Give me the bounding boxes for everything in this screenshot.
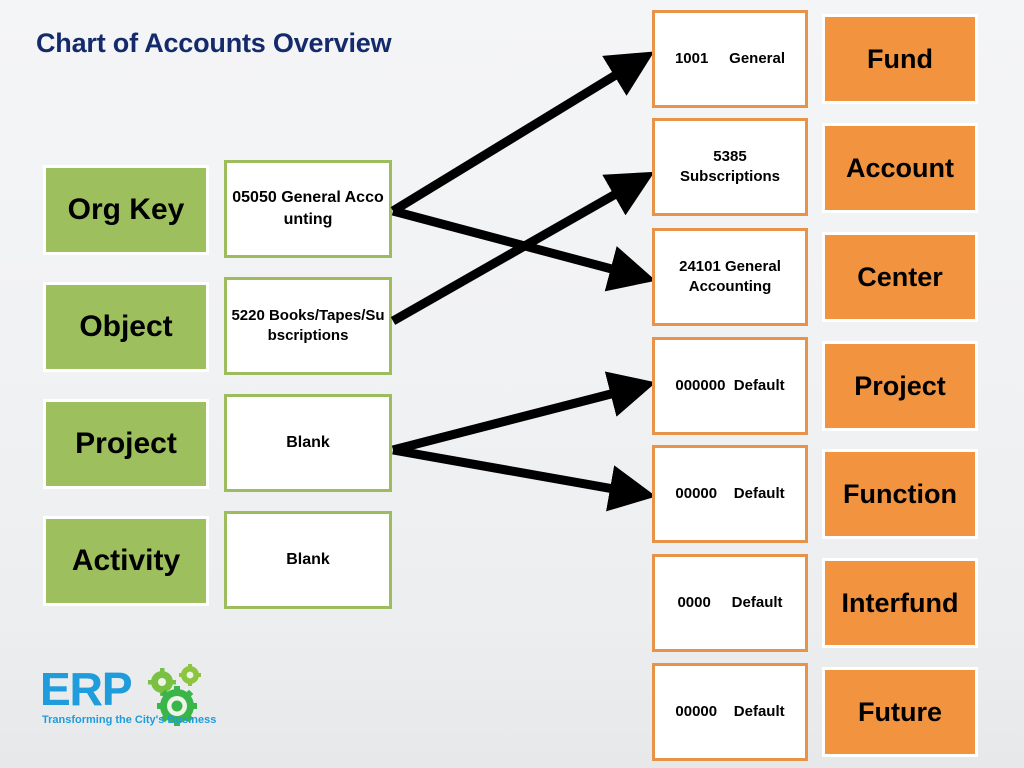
segment-value-activity-text: Blank xyxy=(286,551,330,569)
segment-value-org-key-text: 05050 General Accounting xyxy=(232,189,384,228)
element-label-project-text: Project xyxy=(854,370,946,401)
gear-small-icon xyxy=(179,664,201,686)
element-value-account: 5385 Subscriptions xyxy=(652,118,808,216)
erp-logo: ERP Transforming the City's Business xyxy=(40,663,216,734)
arrow-org-key-to-center xyxy=(391,206,656,292)
element-label-interfund: Interfund xyxy=(822,558,978,648)
segment-label-org-key-text: Org Key xyxy=(67,193,185,226)
element-label-fund-text: Fund xyxy=(867,43,933,74)
erp-wordmark: ERP xyxy=(40,663,133,715)
segment-label-project-text: Project xyxy=(75,427,177,460)
element-value-function: 00000 Default xyxy=(652,445,808,543)
element-label-future-text: Future xyxy=(858,696,942,727)
segment-value-org-key: 05050 General Accounting xyxy=(224,160,392,258)
segment-value-activity: Blank xyxy=(224,511,392,609)
element-value-fund-text: 1001 General xyxy=(674,49,786,67)
element-value-interfund-text: 0000 Default xyxy=(677,593,783,611)
element-value-center: 24101 General Accounting xyxy=(652,228,808,326)
segment-label-object: Object xyxy=(43,282,209,372)
element-label-interfund-text: Interfund xyxy=(841,587,959,618)
element-label-fund: Fund xyxy=(822,14,978,104)
segment-value-project-text: Blank xyxy=(286,434,330,452)
segment-value-object: 5220 Books/Tapes/Subscriptions xyxy=(224,277,392,375)
element-value-function-text: 00000 Default xyxy=(675,484,785,502)
element-label-account-text: Account xyxy=(846,152,954,183)
segment-label-project: Project xyxy=(43,399,209,489)
element-value-interfund: 0000 Default xyxy=(652,554,808,652)
element-label-function: Function xyxy=(822,449,978,539)
element-label-center-text: Center xyxy=(857,261,943,292)
element-label-function-text: Function xyxy=(843,478,957,509)
segment-value-object-text: 5220 Books/Tapes/Subscriptions xyxy=(231,306,385,344)
element-label-project: Project xyxy=(822,341,978,431)
element-value-fund: 1001 General xyxy=(652,10,808,108)
slide-canvas: Chart of Accounts Overview Org Key Objec… xyxy=(0,0,1024,768)
segment-label-activity: Activity xyxy=(43,516,209,606)
erp-tagline: Transforming the City's Business xyxy=(42,714,217,726)
segment-value-project: Blank xyxy=(224,394,392,492)
element-value-future: 00000 Default xyxy=(652,663,808,761)
segment-label-org-key: Org Key xyxy=(43,165,209,255)
element-label-future: Future xyxy=(822,667,978,757)
arrow-object-to-account xyxy=(390,171,655,325)
element-value-account-text: 5385 Subscriptions xyxy=(679,147,780,185)
page-title: Chart of Accounts Overview xyxy=(36,28,392,58)
element-value-future-text: 00000 Default xyxy=(675,702,785,720)
element-value-project: 000000 Default xyxy=(652,337,808,435)
element-value-project-text: 000000 Default xyxy=(675,376,785,394)
arrow-project-to-project xyxy=(391,371,656,455)
segment-label-object-text: Object xyxy=(79,310,173,343)
arrow-project-to-function xyxy=(392,445,657,512)
segment-label-activity-text: Activity xyxy=(71,544,181,577)
element-label-center: Center xyxy=(822,232,978,322)
element-value-center-text: 24101 General Accounting xyxy=(679,257,781,295)
element-label-account: Account xyxy=(822,123,978,213)
arrow-org-key-to-fund xyxy=(390,51,655,215)
